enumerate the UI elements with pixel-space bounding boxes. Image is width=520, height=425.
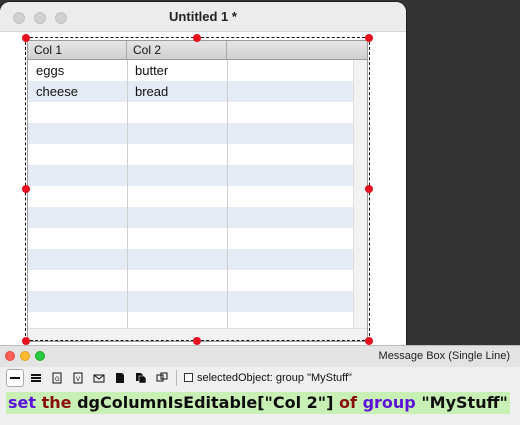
datagrid-header: Col 1 Col 2 xyxy=(28,41,367,60)
command-token: of xyxy=(339,393,357,412)
single-line-icon[interactable] xyxy=(6,369,24,387)
vertical-scrollbar[interactable] xyxy=(353,60,367,328)
selected-object-label: selectedObject: group "MyStuff" xyxy=(197,372,352,384)
message-box-toolbar: G V selectedObject: group "MyStuff" xyxy=(0,367,520,389)
selected-object-indicator: selectedObject: group "MyStuff" xyxy=(184,371,352,385)
table-row[interactable] xyxy=(28,270,353,291)
column-divider xyxy=(127,60,128,341)
svg-text:V: V xyxy=(76,377,80,383)
backscripts-icon[interactable] xyxy=(132,369,150,387)
table-row[interactable] xyxy=(28,144,353,165)
zoom-button[interactable] xyxy=(35,351,45,361)
resize-handle-top-left[interactable] xyxy=(22,34,30,42)
resize-handle-right[interactable] xyxy=(365,185,373,193)
table-row[interactable]: eggs butter xyxy=(28,60,353,81)
message-box-window: Message Box (Single Line) G V selectedOb… xyxy=(0,345,520,425)
resize-handle-bottom[interactable] xyxy=(193,337,201,345)
message-box-title: Message Box (Single Line) xyxy=(378,350,510,362)
resize-handle-bottom-right[interactable] xyxy=(365,337,373,345)
resize-handle-left[interactable] xyxy=(22,185,30,193)
table-row[interactable] xyxy=(28,228,353,249)
column-header-col-1[interactable]: Col 1 xyxy=(28,41,127,59)
cell-col-2[interactable]: butter xyxy=(127,60,227,81)
cell-col-1[interactable]: eggs xyxy=(28,60,127,81)
frontscripts-icon[interactable] xyxy=(111,369,129,387)
column-divider xyxy=(227,60,228,341)
selected-object-icon xyxy=(184,373,193,382)
message-box-input[interactable]: set the dgColumnIsEditable["Col 2"] of g… xyxy=(6,392,510,414)
cell-col-1[interactable]: cheese xyxy=(28,81,127,102)
command-token: dgColumnIsEditable["Col 2"] xyxy=(77,393,334,412)
svg-text:G: G xyxy=(55,377,60,383)
cell-col-2[interactable]: bread xyxy=(127,81,227,102)
table-row[interactable] xyxy=(28,291,353,312)
table-row[interactable] xyxy=(28,207,353,228)
close-button[interactable] xyxy=(5,351,15,361)
global-properties-icon[interactable]: G xyxy=(48,369,66,387)
table-row[interactable] xyxy=(28,186,353,207)
stack-title: Untitled 1 * xyxy=(169,9,237,24)
table-row[interactable] xyxy=(28,102,353,123)
message-box-titlebar[interactable]: Message Box (Single Line) xyxy=(0,346,520,367)
datagrid[interactable]: Col 1 Col 2 eggs butter cheese bread xyxy=(27,40,368,342)
command-token: "MyStuff" xyxy=(421,393,508,412)
table-row[interactable] xyxy=(28,123,353,144)
resize-handle-bottom-left[interactable] xyxy=(22,337,30,345)
global-variables-icon[interactable]: V xyxy=(69,369,87,387)
toolbar-divider xyxy=(176,370,177,386)
pending-messages-icon[interactable] xyxy=(90,369,108,387)
datagrid-body[interactable]: eggs butter cheese bread xyxy=(28,60,353,328)
resize-handle-top[interactable] xyxy=(193,34,201,42)
stack-titlebar[interactable]: Untitled 1 * xyxy=(0,2,406,32)
stack-window: Untitled 1 * Col 1 Col 2 eggs butter che… xyxy=(0,2,406,362)
libraries-icon[interactable] xyxy=(153,369,171,387)
table-row[interactable] xyxy=(28,165,353,186)
desktop: Untitled 1 * Col 1 Col 2 eggs butter che… xyxy=(0,0,520,425)
table-row[interactable] xyxy=(28,249,353,270)
command-token: set xyxy=(8,393,37,412)
column-header-col-2[interactable]: Col 2 xyxy=(127,41,227,59)
minimize-button[interactable] xyxy=(20,351,30,361)
command-token xyxy=(508,393,510,412)
resize-handle-top-right[interactable] xyxy=(365,34,373,42)
table-row[interactable]: cheese bread xyxy=(28,81,353,102)
command-token: the xyxy=(41,393,72,412)
command-token: group xyxy=(362,393,416,412)
multi-line-icon[interactable] xyxy=(27,369,45,387)
